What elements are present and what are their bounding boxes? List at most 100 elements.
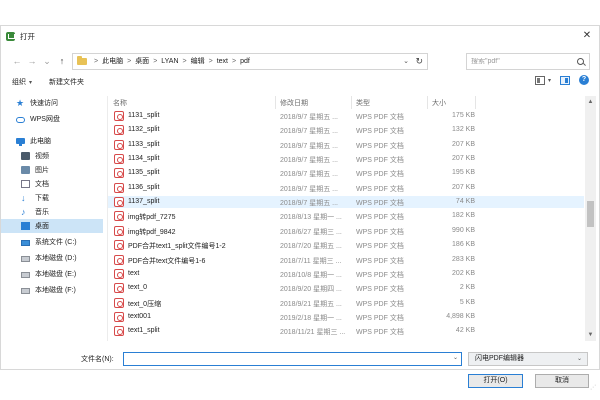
file-row[interactable]: img转pdf_7275 2018/8/13 星期一 ... WPS PDF 文档 1… [108, 210, 584, 222]
sidebar-item-label: 本地磁盘 (D:) [35, 255, 77, 262]
file-type: WPS PDF 文档 [356, 142, 404, 150]
organize-label: 组织 [12, 79, 26, 86]
pdf-file-icon [114, 283, 124, 294]
close-icon[interactable]: ✕ [581, 30, 593, 42]
vertical-scrollbar[interactable]: ▲ ▼ [585, 96, 596, 341]
toolbar: 组织 ▾ 新建文件夹 ▾ ? [1, 74, 599, 90]
file-modified-date: 2018/9/7 星期五 ... [280, 114, 338, 121]
file-row[interactable]: PDF合并text文件编号1-6 2018/7/11 星期三 ... WPS PDF… [108, 254, 584, 266]
preview-pane-icon[interactable] [560, 75, 570, 85]
breadcrumb-item[interactable]: text [217, 58, 228, 65]
file-size: 207 KB [452, 155, 475, 163]
address-dropdown-chevron-icon[interactable]: ⌄ [403, 57, 409, 65]
sidebar-item-drive-d[interactable]: 本地磁盘 (D:) [1, 251, 103, 265]
file-size: 175 KB [452, 112, 475, 119]
breadcrumb-item[interactable]: 此电脑 [102, 56, 123, 66]
file-type: WPS PDF 文档 [356, 329, 404, 337]
refresh-icon[interactable]: ↻ [415, 56, 423, 67]
file-row[interactable]: 1135_split 2018/9/7 星期五 ... WPS PDF 文档 195 … [108, 167, 584, 179]
help-icon[interactable]: ? [579, 75, 589, 85]
sidebar-item-music[interactable]: ♪ 音乐 [1, 205, 103, 219]
search-input[interactable] [467, 57, 572, 65]
column-divider[interactable] [351, 96, 352, 109]
sidebar-item-videos[interactable]: 视频 [1, 149, 103, 163]
sidebar-item-documents[interactable]: 文档 [1, 177, 103, 191]
file-type: WPS PDF 文档 [356, 257, 404, 265]
breadcrumb-item[interactable]: LYAN [161, 58, 178, 65]
scrollbar-thumb[interactable] [587, 201, 594, 227]
file-row[interactable]: 1132_split 2018/9/7 星期五 ... WPS PDF 文档 132 … [108, 124, 584, 136]
dialog-title: 打开 [20, 31, 35, 41]
change-view-icon[interactable] [534, 75, 545, 85]
file-row[interactable]: PDF合并text1_split文件编号1-2 2018/7/20 星期五 ...… [108, 239, 584, 251]
breadcrumb-item[interactable]: 桌面 [135, 56, 149, 66]
filename-dropdown-chevron-icon[interactable]: ⌄ [453, 354, 458, 361]
open-button[interactable]: 打开(O) [468, 374, 523, 388]
sidebar-item-drive-c[interactable]: 系统文件 (C:) [1, 235, 103, 249]
forward-arrow-icon[interactable]: → [26, 55, 38, 67]
sidebar-item-label: 图片 [35, 167, 49, 174]
view-options-dropdown-icon[interactable]: ▾ [548, 77, 551, 84]
file-size: 202 KB [452, 269, 475, 277]
recent-locations-chevron-icon[interactable]: ⌄ [41, 55, 53, 67]
file-name: text_0 [128, 284, 148, 292]
breadcrumb-item[interactable]: pdf [240, 58, 250, 65]
file-row[interactable]: text1_split 2018/11/21 星期三 ... WPS PDF 文档 4… [108, 325, 584, 337]
sidebar-item-drive-e[interactable]: 本地磁盘 (E:) [1, 267, 103, 281]
file-row[interactable]: text001 2019/2/18 星期一 ... WPS PDF 文档 4,898 … [108, 311, 584, 323]
column-divider[interactable] [427, 96, 428, 109]
organize-button[interactable]: 组织 ▾ [12, 77, 32, 87]
file-type-select[interactable]: 闪电PDF编辑器 ⌄ [468, 352, 588, 366]
file-size: 990 KB [452, 226, 475, 234]
column-header-type[interactable]: 类型 [356, 98, 370, 108]
search-icon[interactable] [577, 57, 584, 65]
sidebar-item-label: 文档 [35, 181, 49, 188]
file-row[interactable]: text 2018/10/8 星期一 ... WPS PDF 文档 202 KB [108, 268, 584, 280]
column-header-name[interactable]: 名称 [113, 98, 127, 108]
file-type: WPS PDF 文档 [356, 300, 404, 308]
scroll-down-icon[interactable]: ▼ [587, 331, 594, 339]
resize-grip-icon[interactable]: ⋰ [590, 384, 596, 391]
sidebar-item-wps-cloud[interactable]: WPS网盘 [1, 112, 103, 126]
column-divider[interactable] [475, 96, 476, 109]
file-type: WPS PDF 文档 [356, 114, 404, 121]
music-icon: ♪ [21, 207, 26, 217]
sidebar-item-label: 视频 [35, 153, 49, 160]
back-arrow-icon[interactable]: ← [11, 55, 23, 67]
file-list: 名称 修改日期 类型 大小 1131_split 2018/9/7 星期五 ...… [107, 96, 584, 341]
column-header-size[interactable]: 大小 [432, 98, 446, 108]
file-name: 1131_split [128, 112, 160, 119]
star-icon: ★ [16, 98, 25, 108]
file-row[interactable]: 1133_split 2018/9/7 星期五 ... WPS PDF 文档 207 … [108, 139, 584, 151]
breadcrumb-item[interactable]: 编辑 [191, 56, 205, 66]
filename-input[interactable] [123, 352, 462, 366]
scroll-up-icon[interactable]: ▲ [587, 98, 594, 106]
column-divider[interactable] [275, 96, 276, 109]
file-row[interactable]: 1131_split 2018/9/7 星期五 ... WPS PDF 文档 175 … [108, 110, 584, 122]
sidebar-item-drive-f[interactable]: 本地磁盘 (F:) [1, 283, 103, 297]
breadcrumb-separator: > [232, 57, 237, 65]
sidebar-item-quick-access[interactable]: ★ 快速访问 [1, 96, 103, 110]
column-header-date[interactable]: 修改日期 [280, 98, 308, 108]
filename-label: 文件名(N): [81, 356, 114, 363]
address-bar[interactable]: > 此电脑 > 桌面 > LYAN > 编辑 > text > pdf ⌄ ↻ [72, 52, 428, 70]
file-row[interactable]: text_0 2018/9/20 星期四 ... WPS PDF 文档 2 KB [108, 282, 584, 294]
file-row[interactable]: img转pdf_9842 2018/6/27 星期三 ... WPS PDF 文档 9… [108, 225, 584, 237]
file-row[interactable]: text_0压缩 2018/9/21 星期五 ... WPS PDF 文档 5 KB [108, 297, 584, 309]
sidebar-item-this-pc[interactable]: 此电脑 [1, 134, 103, 148]
new-folder-button[interactable]: 新建文件夹 [49, 77, 84, 87]
video-icon [21, 152, 30, 160]
pdf-file-icon [114, 182, 124, 193]
file-row[interactable]: 1136_split 2018/9/7 星期五 ... WPS PDF 文档 207 … [108, 182, 584, 194]
sidebar-item-pictures[interactable]: 图片 [1, 163, 103, 177]
sidebar-item-desktop[interactable]: 桌面 [1, 219, 103, 233]
breadcrumb-separator: > [94, 57, 99, 65]
app-icon [6, 31, 15, 41]
file-row[interactable]: 1134_split 2018/9/7 星期五 ... WPS PDF 文档 207 … [108, 153, 584, 165]
file-type: WPS PDF 文档 [356, 314, 404, 322]
file-row[interactable]: 1137_split 2018/9/7 星期五 ... WPS PDF 文档 74 K… [108, 196, 584, 209]
up-arrow-icon[interactable]: ↑ [56, 55, 68, 67]
file-type: WPS PDF 文档 [356, 243, 404, 251]
cancel-button[interactable]: 取消 [535, 374, 589, 388]
sidebar-item-downloads[interactable]: ↓ 下载 [1, 191, 103, 205]
